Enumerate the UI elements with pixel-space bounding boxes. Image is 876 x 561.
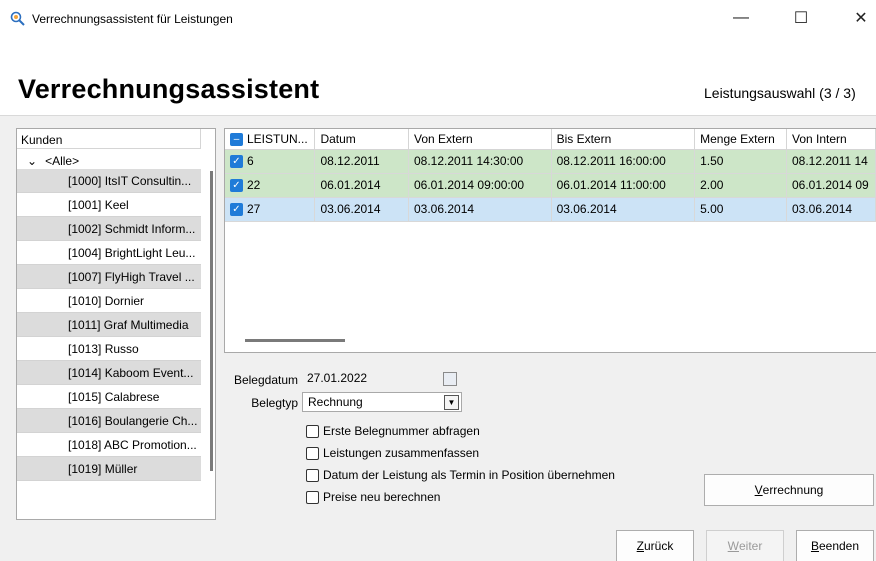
customer-all-label: <Alle> (45, 153, 80, 168)
customer-list[interactable]: Kunden ⌄ <Alle> [1000] ItsIT Consultin..… (16, 128, 216, 520)
cell-bis-extern: 08.12.2011 16:00:00 (551, 149, 696, 174)
step-indicator: Leistungsauswahl (3 / 3) (704, 85, 856, 101)
customer-item[interactable]: [1007] FlyHigh Travel ... (17, 265, 201, 289)
customer-item[interactable]: [1016] Boulangerie Ch... (17, 409, 201, 433)
customer-item[interactable]: [1011] Graf Multimedia (17, 313, 201, 337)
belegdatum-label: Belegdatum (233, 373, 298, 387)
maximize-icon: ☐ (793, 10, 809, 27)
cell-id: 22 (247, 177, 261, 192)
checkbox-checked-icon[interactable]: ✓ (230, 203, 243, 217)
cell-bis-extern: 06.01.2014 11:00:00 (551, 173, 696, 198)
back-button[interactable]: Zurück (616, 530, 694, 561)
option-preise-neu-berechnen[interactable]: Preise neu berechnen (306, 490, 440, 504)
table-row[interactable]: ✓ 6 08.12.2011 08.12.2011 14:30:00 08.12.… (225, 149, 876, 174)
close-icon: ✕ (854, 10, 868, 27)
table-row[interactable]: ✓ 22 06.01.2014 06.01.2014 09:00:00 06.01… (225, 173, 876, 198)
customer-all-node[interactable]: ⌄ <Alle> (17, 149, 201, 169)
chevron-down-icon[interactable]: ▼ (444, 395, 459, 410)
customer-item[interactable]: [1015] Calabrese (17, 385, 201, 409)
belegtyp-label: Belegtyp (251, 396, 298, 410)
chevron-down-icon[interactable]: ⌄ (27, 154, 37, 168)
cell-von-intern: 08.12.2011 14 (786, 149, 876, 174)
column-header-bis-extern[interactable]: Bis Extern (551, 129, 696, 150)
cell-von-extern: 08.12.2011 14:30:00 (408, 149, 552, 174)
maximize-button[interactable]: ☐ (778, 0, 824, 36)
customer-item[interactable]: [1010] Dornier (17, 289, 201, 313)
cell-von-extern: 06.01.2014 09:00:00 (408, 173, 552, 198)
cell-von-extern: 03.06.2014 (408, 197, 552, 222)
customer-item[interactable]: [1002] Schmidt Inform... (17, 217, 201, 241)
wizard-header: Verrechnungsassistent Leistungsauswahl (… (0, 36, 876, 116)
column-header-menge-extern[interactable]: Menge Extern (694, 129, 787, 150)
checkbox[interactable] (306, 446, 319, 460)
customer-item[interactable]: [1019] Müller (17, 457, 201, 481)
option-erste-belegnummer[interactable]: Erste Belegnummer abfragen (306, 424, 480, 438)
close-button[interactable]: ✕ (838, 0, 876, 36)
customer-item[interactable]: [1013] Russo (17, 337, 201, 361)
customer-item[interactable]: [1004] BrightLight Leu... (17, 241, 201, 265)
title-bar: Verrechnungsassistent für Leistungen — ☐… (0, 0, 876, 36)
column-header-von-intern[interactable]: Von Intern (786, 129, 876, 150)
customer-item[interactable]: [1018] ABC Promotion... (17, 433, 201, 457)
option-leistungen-zusammenfassen[interactable]: Leistungen zusammenfassen (306, 446, 479, 460)
cell-id: 27 (247, 201, 261, 216)
belegdatum-field[interactable]: 27.01.2022 (302, 369, 462, 389)
window-title: Verrechnungsassistent für Leistungen (32, 12, 233, 26)
cell-bis-extern: 03.06.2014 (551, 197, 696, 222)
cell-datum: 03.06.2014 (314, 197, 409, 222)
cell-menge-extern: 1.50 (694, 149, 787, 174)
page-title: Verrechnungsassistent (18, 74, 320, 104)
calendar-icon[interactable] (443, 372, 457, 386)
cell-id: 6 (247, 153, 254, 168)
verrechnung-button[interactable]: Verrechnung (704, 474, 874, 506)
checkbox-checked-icon[interactable]: ✓ (230, 179, 243, 193)
grid-header-row: – LEISTUN... Datum Von Extern Bis Extern … (225, 129, 876, 150)
cell-datum: 08.12.2011 (314, 149, 409, 174)
cell-menge-extern: 2.00 (694, 173, 787, 198)
customer-item[interactable]: [1014] Kaboom Event... (17, 361, 201, 385)
vertical-scrollbar[interactable] (210, 171, 213, 471)
table-row[interactable]: ✓ 27 03.06.2014 03.06.2014 03.06.2014 5.0… (225, 197, 876, 222)
belegtyp-select[interactable]: Rechnung (302, 392, 462, 412)
checkbox[interactable] (306, 468, 319, 482)
option-datum-als-termin[interactable]: Datum der Leistung als Termin in Positio… (306, 468, 615, 482)
wizard-icon (10, 11, 25, 26)
next-button[interactable]: Weiter (706, 530, 784, 561)
minimize-button[interactable]: — (718, 0, 764, 36)
column-header-von-extern[interactable]: Von Extern (408, 129, 552, 150)
customer-item[interactable]: [1000] ItsIT Consultin... (17, 169, 201, 193)
checkbox[interactable] (306, 490, 319, 504)
minimize-icon: — (733, 9, 749, 26)
cell-datum: 06.01.2014 (314, 173, 409, 198)
horizontal-scrollbar[interactable] (245, 339, 345, 342)
column-header-leistung[interactable]: – LEISTUN... (225, 129, 316, 150)
checkbox[interactable] (306, 424, 319, 438)
cell-von-intern: 06.01.2014 09 (786, 173, 876, 198)
customer-column-header[interactable]: Kunden (17, 129, 201, 149)
cell-menge-extern: 5.00 (694, 197, 787, 222)
services-grid[interactable]: – LEISTUN... Datum Von Extern Bis Extern … (224, 128, 876, 353)
cell-von-intern: 03.06.2014 (786, 197, 876, 222)
finish-button[interactable]: Beenden (796, 530, 874, 561)
checkbox-all-icon[interactable]: – (230, 132, 243, 146)
customer-item[interactable]: [1001] Keel (17, 193, 201, 217)
column-header-datum[interactable]: Datum (314, 129, 409, 150)
checkbox-checked-icon[interactable]: ✓ (230, 155, 243, 169)
